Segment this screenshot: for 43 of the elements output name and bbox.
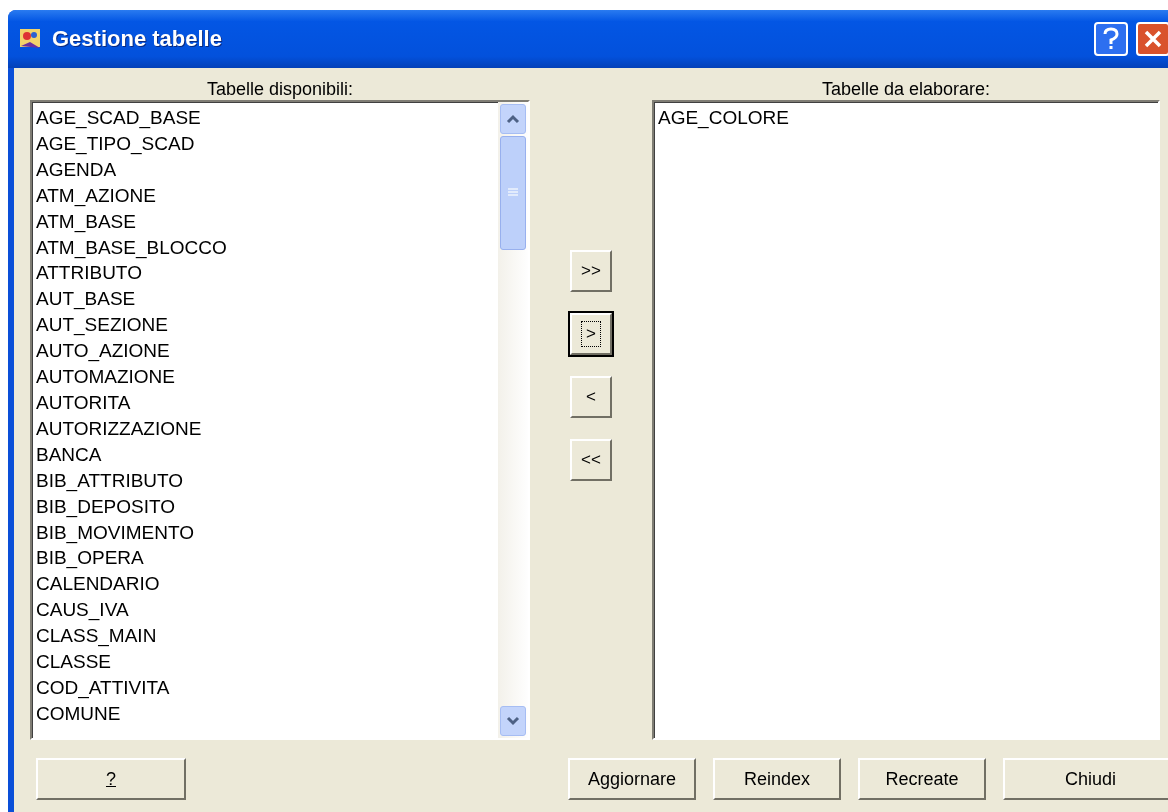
scroll-up-icon[interactable] bbox=[506, 114, 520, 124]
scroll-down-icon[interactable] bbox=[506, 716, 520, 726]
list-item[interactable]: BIB_OPERA bbox=[36, 545, 494, 572]
list-item[interactable]: CALENDARIO bbox=[36, 571, 494, 598]
list-item[interactable]: ATM_BASE bbox=[36, 208, 494, 235]
list-item[interactable]: AGE_TIPO_SCAD bbox=[36, 130, 494, 157]
list-item[interactable]: AGE_SCAD_BASE bbox=[36, 105, 494, 131]
list-label: Tabelle da elaborare: bbox=[820, 78, 992, 100]
list-item[interactable]: AUT_SEZIONE bbox=[36, 312, 494, 339]
dialog-button[interactable]: Chiudi bbox=[1003, 758, 1168, 800]
list-item[interactable]: BIB_ATTRIBUTO bbox=[36, 467, 494, 494]
window-title: Gestione tabelle bbox=[52, 26, 223, 52]
move-button[interactable]: >> bbox=[570, 250, 612, 292]
list-item[interactable]: AUTO_AZIONE bbox=[36, 338, 494, 365]
dialog-button[interactable]: Recreate bbox=[858, 758, 986, 800]
close-icon[interactable] bbox=[1136, 22, 1168, 56]
list-item[interactable]: COD_ATTIVITA bbox=[36, 674, 494, 701]
grip-icon bbox=[508, 188, 518, 198]
list-item[interactable]: ATM_BASE_BLOCCO bbox=[36, 234, 494, 261]
list-item[interactable]: AUTORIZZAZIONE bbox=[36, 415, 494, 442]
dialog-button[interactable]: Aggiornare bbox=[568, 758, 696, 800]
list-item[interactable]: ATM_AZIONE bbox=[36, 182, 494, 209]
list-item[interactable]: BANCA bbox=[36, 441, 494, 468]
help-icon[interactable] bbox=[1094, 22, 1128, 56]
list-item[interactable]: ATTRIBUTO bbox=[36, 260, 494, 287]
list-item[interactable]: AGE_COLORE bbox=[658, 105, 1154, 131]
list-label: Tabelle disponibili: bbox=[205, 78, 355, 100]
list-item[interactable]: COMUNE bbox=[36, 700, 494, 727]
move-button[interactable]: << bbox=[570, 439, 612, 481]
dialog-button[interactable]: Reindex bbox=[713, 758, 841, 800]
list-item[interactable]: CAUS_IVA bbox=[36, 597, 494, 624]
list-item[interactable]: AUT_BASE bbox=[36, 286, 494, 313]
help-button[interactable]: ? bbox=[36, 758, 186, 800]
list-item[interactable]: BIB_DEPOSITO bbox=[36, 493, 494, 520]
list-item[interactable]: AGENDA bbox=[36, 156, 494, 183]
list-item[interactable]: CLASS_MAIN bbox=[36, 623, 494, 650]
move-button[interactable]: > bbox=[570, 313, 612, 355]
scrollbar[interactable] bbox=[498, 102, 528, 738]
list-item[interactable]: AUTORITA bbox=[36, 389, 494, 416]
list-item[interactable]: CLASSE bbox=[36, 649, 494, 675]
move-button[interactable]: < bbox=[570, 376, 612, 418]
list-item[interactable]: BIB_MOVIMENTO bbox=[36, 519, 494, 546]
list-item[interactable]: AUTOMAZIONE bbox=[36, 364, 494, 390]
